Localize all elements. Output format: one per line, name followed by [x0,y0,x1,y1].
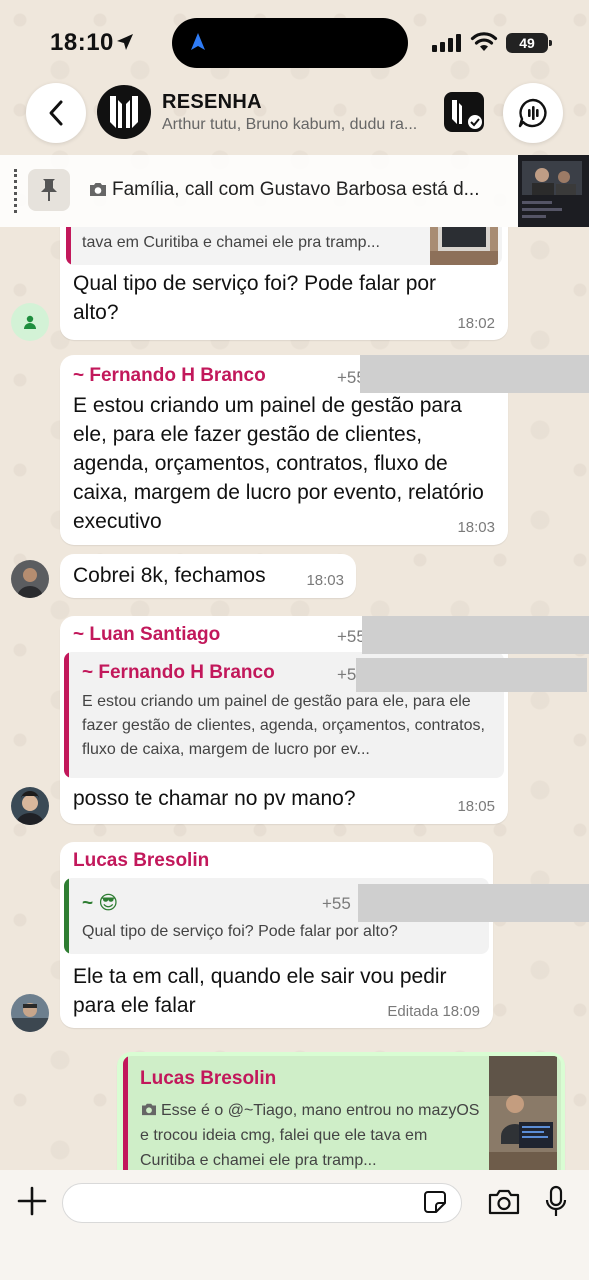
battery-indicator: 49 [506,33,552,53]
sender-name[interactable]: ~ Fernando H Branco [73,365,266,387]
quote-text: tava em Curitiba e chamei ele pra tramp.… [82,234,380,251]
avatar[interactable] [11,994,49,1032]
checkmark-badge-icon [466,113,484,131]
message-text: posso te chamar no pv mano? [73,787,356,810]
location-arrow-icon [117,34,133,50]
quote-sender: Lucas Bresolin [140,1068,277,1089]
message-text: E estou criando um painel de gestão para… [73,394,484,533]
status-bar: 18:10 49 [0,0,589,80]
pinned-message-bar[interactable]: Família, call com Gustavo Barbosa está d… [0,155,589,227]
own-message-bubble[interactable]: Lucas Bresolin Esse é o @~Tiago, mano en… [117,1052,565,1170]
person-icon [24,315,36,329]
message-time: 18:02 [457,315,495,332]
redacted-area [356,658,587,692]
quote-phone: +55 [322,894,351,913]
quote-text: Qual tipo de serviço foi? Pode falar por… [82,923,398,940]
wifi-icon [470,32,498,51]
pin-icon [28,169,70,211]
quote-accent-bar [66,227,71,265]
message-bubble[interactable]: tava em Curitiba e chamei ele pra tramp.… [60,227,508,340]
quote-sender: ~ 😎 [82,893,119,914]
chevron-left-icon [49,100,63,126]
quoted-message[interactable]: tava em Curitiba e chamei ele pra tramp.… [66,227,502,265]
camera-icon[interactable] [487,1188,521,1216]
quote-sender: ~ Fernando H Branco [82,662,275,683]
sender-name[interactable]: ~ Luan Santiago [73,624,220,646]
avatar[interactable] [11,560,49,598]
quote-accent-bar [64,878,69,954]
message-input[interactable] [62,1183,462,1223]
avatar[interactable] [11,303,49,341]
quote-text: E estou criando um painel de gestão para… [82,693,485,758]
message-text: Cobrei 8k, fechamos [73,564,266,587]
redacted-area [358,884,589,922]
group-avatar[interactable] [97,85,151,139]
sender-name[interactable]: Lucas Bresolin [73,850,209,872]
plus-icon[interactable] [17,1186,47,1216]
message-input-bar [0,1170,589,1280]
camera-icon [142,1103,156,1116]
cellular-signal-icon [432,34,461,52]
message-bubble[interactable]: Cobrei 8k, fechamos 18:03 [60,554,356,598]
message-time: 18:03 [306,572,344,589]
message-text: Qual tipo de serviço foi? Pode falar por… [73,272,437,324]
camera-icon [90,183,106,196]
message-list[interactable]: tava em Curitiba e chamei ele pra tramp.… [0,227,589,1170]
message-time: 18:05 [457,798,495,815]
quote-thumbnail [430,227,498,265]
back-button[interactable] [26,83,86,143]
meta-ai-button[interactable] [503,83,563,143]
group-logo-icon [110,96,138,128]
group-members[interactable]: Arthur tutu, Bruno kabum, dudu ra... [162,116,437,134]
sticker-icon[interactable] [423,1190,447,1214]
redacted-area [362,616,589,654]
quoted-message[interactable]: Lucas Bresolin Esse é o @~Tiago, mano en… [123,1056,561,1170]
avatar[interactable] [11,787,49,825]
quote-accent-bar [123,1056,128,1170]
pinned-message-text: Família, call com Gustavo Barbosa está d… [88,179,508,201]
microphone-icon[interactable] [545,1185,567,1219]
group-name[interactable]: RESENHA [162,91,262,114]
quote-text: Esse é o @~Tiago, mano entrou no mazyOS … [140,1102,480,1169]
redacted-area [360,355,589,393]
pinned-thumbnail[interactable] [518,155,589,227]
message-bubble[interactable]: Lucas Bresolin ~ 😎 +55 Qual tipo de serv… [60,842,493,1028]
navigation-icon [191,33,205,50]
quote-thumbnail [489,1056,557,1170]
message-time: 18:03 [457,519,495,536]
quote-phone: +5 [337,665,357,684]
status-time: 18:10 [50,29,114,56]
chat-header: RESENHA Arthur tutu, Bruno kabum, dudu r… [0,80,589,150]
chat-ai-icon [518,98,547,128]
message-time: Editada 18:09 [387,1003,480,1020]
pinned-indicator [14,169,17,213]
quote-accent-bar [64,652,69,778]
